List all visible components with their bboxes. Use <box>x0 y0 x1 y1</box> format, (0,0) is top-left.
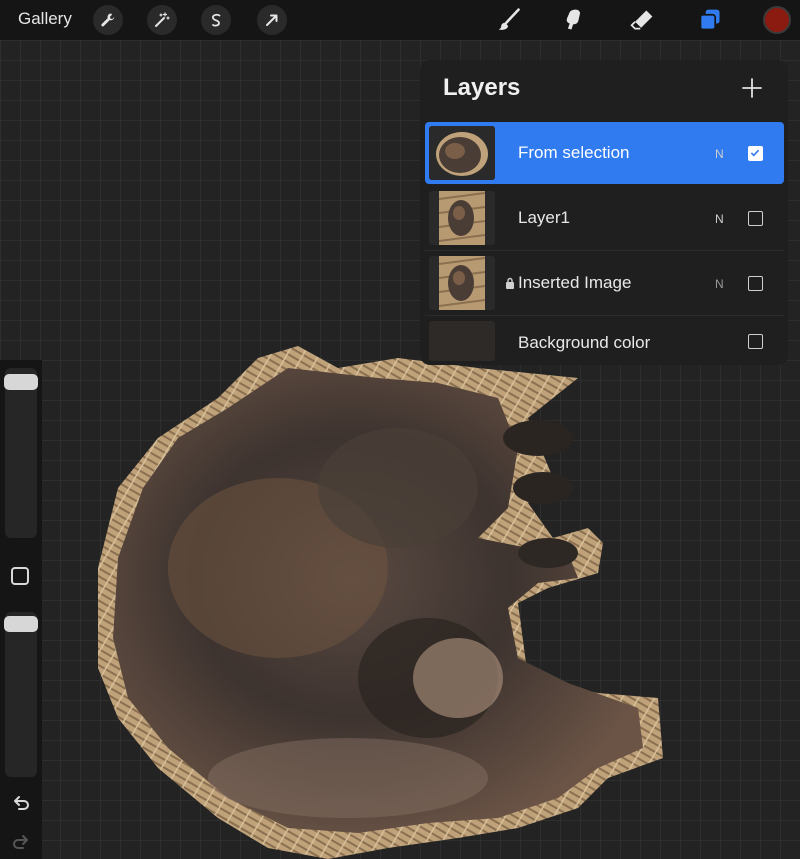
background-color-swatch <box>429 321 495 361</box>
layer-row-from-selection[interactable]: From selection N <box>425 122 784 184</box>
left-sidebar <box>0 360 42 859</box>
cat-artwork <box>98 346 663 859</box>
layer-visibility-checkbox[interactable] <box>748 276 763 291</box>
transform-arrow-icon[interactable] <box>257 5 287 35</box>
brush-size-slider[interactable] <box>5 368 37 538</box>
layer-name: Inserted Image <box>518 273 632 292</box>
layer-name: Layer1 <box>518 208 570 227</box>
layer-row-background-color[interactable]: Background color <box>425 317 784 363</box>
layer-thumbnail <box>429 256 495 310</box>
row-divider <box>425 250 784 251</box>
eraser-icon[interactable] <box>627 5 657 35</box>
layer-name: From selection <box>518 143 630 162</box>
layer-visibility-checkbox[interactable] <box>748 334 763 349</box>
layer-visibility-checkbox[interactable] <box>748 146 763 161</box>
redo-icon[interactable] <box>11 832 31 852</box>
layer-thumbnail <box>429 126 495 180</box>
layers-panel: Layers From selection N Layer1 N Inserte… <box>420 60 788 365</box>
opacity-handle[interactable] <box>4 616 38 632</box>
wrench-icon[interactable] <box>93 5 123 35</box>
row-divider <box>425 315 784 316</box>
layers-icon[interactable] <box>695 5 725 35</box>
opacity-slider[interactable] <box>5 612 37 777</box>
undo-icon[interactable] <box>11 793 31 813</box>
selection-icon[interactable] <box>201 5 231 35</box>
layers-title: Layers <box>443 74 521 101</box>
layer-row-inserted-image[interactable]: Inserted Image N <box>425 252 784 314</box>
blend-mode-indicator[interactable]: N <box>715 212 724 226</box>
modify-button[interactable] <box>11 567 29 585</box>
brush-size-handle[interactable] <box>4 374 38 390</box>
color-picker-button[interactable] <box>763 6 791 34</box>
top-toolbar: Gallery <box>0 0 800 40</box>
layer-row-layer1[interactable]: Layer1 N <box>425 187 784 249</box>
blend-mode-indicator[interactable]: N <box>715 277 724 291</box>
gallery-button[interactable]: Gallery <box>18 9 72 29</box>
layer-visibility-checkbox[interactable] <box>748 211 763 226</box>
layer-thumbnail <box>429 191 495 245</box>
magic-wand-icon[interactable] <box>147 5 177 35</box>
brush-icon[interactable] <box>494 5 524 35</box>
lock-icon <box>506 277 514 289</box>
blend-mode-indicator[interactable]: N <box>715 147 724 161</box>
layer-name: Background color <box>518 333 651 352</box>
smudge-icon[interactable] <box>559 5 589 35</box>
add-layer-icon[interactable] <box>740 76 764 100</box>
